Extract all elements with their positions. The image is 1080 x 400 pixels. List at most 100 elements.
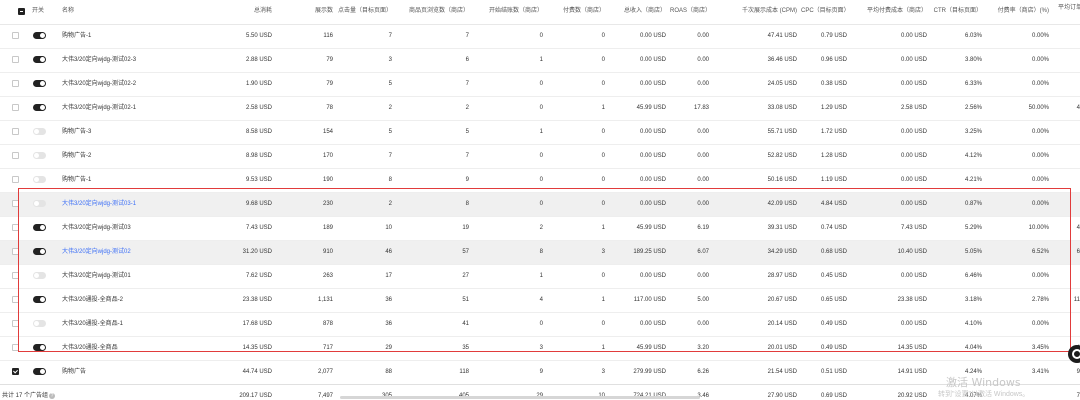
status-toggle[interactable]	[33, 223, 46, 231]
status-toggle[interactable]	[33, 247, 46, 255]
status-toggle[interactable]	[33, 271, 46, 279]
row-checkbox-cell[interactable]	[0, 360, 30, 385]
row-name-cell[interactable]: 大伟3/20定向wjdg-测试02	[60, 240, 185, 265]
col-header-aov[interactable]: 平均订单价值（商店）	[1053, 0, 1080, 25]
row-checkbox-cell[interactable]	[0, 24, 30, 49]
col-header-revenue[interactable]: 总收入（商店）	[609, 0, 670, 25]
col-header-ctr[interactable]: CTR（目标页面）	[931, 0, 986, 25]
row-toggle-cell[interactable]	[30, 120, 60, 145]
row-checkbox-cell[interactable]	[0, 216, 30, 241]
row-checkbox[interactable]	[12, 31, 19, 39]
row-name-cell[interactable]: 购物广告-1	[60, 24, 185, 49]
row-checkbox[interactable]	[12, 223, 19, 231]
col-header-toggle[interactable]: 开关	[30, 0, 60, 25]
select-all-checkbox[interactable]	[17, 7, 25, 15]
table-row[interactable]: 购物广告-3 8.58 USD 154 5 5 1 0 0.00 USD 0.00 55.71 U…	[0, 120, 1080, 145]
row-name-cell[interactable]: 大伟3/20定向wjdg-测试03-1	[60, 192, 185, 217]
table-row[interactable]: 购物广告-1 5.50 USD 116 7 7 0 0 0.00 USD 0.00 47.41 U…	[0, 24, 1080, 49]
row-name-cell[interactable]: 大伟3/20通投-全商品-2	[60, 288, 185, 313]
row-checkbox-cell[interactable]	[0, 264, 30, 289]
col-header-clicks[interactable]: 点击量（目标页面）	[337, 0, 396, 25]
row-name-cell[interactable]: 大伟3/20定向wjdg-测试03	[60, 216, 185, 241]
row-checkbox-cell[interactable]	[0, 96, 30, 121]
table-row[interactable]: 购物广告-2 8.98 USD 170 7 7 0 0 0.00 USD 0.00 52.82 U…	[0, 144, 1080, 169]
col-header-roas[interactable]: ROAS（商店）	[670, 0, 713, 25]
row-name-cell[interactable]: 大伟3/20定向wjdg-测试02-3	[60, 48, 185, 73]
table-row[interactable]: 购物广告-1 9.53 USD 190 8 9 0 0 0.00 USD 0.00 50.16 U…	[0, 168, 1080, 193]
table-row[interactable]: 大伟3/20定向wjdg-测试02-1 2.58 USD 78 2 2 0 1 45.99 U…	[0, 96, 1080, 121]
row-checkbox[interactable]	[12, 319, 19, 327]
row-checkbox[interactable]	[12, 271, 19, 279]
table-row-total[interactable]: 购物广告 44.74 USD 2,077 88 118 9 3 279.99 USD 6.26 2…	[0, 360, 1080, 385]
status-toggle[interactable]	[33, 295, 46, 303]
row-toggle-cell[interactable]	[30, 240, 60, 265]
row-checkbox[interactable]	[12, 295, 19, 303]
status-toggle[interactable]	[33, 79, 46, 87]
row-checkbox[interactable]	[12, 151, 19, 159]
status-toggle[interactable]	[33, 55, 46, 63]
row-name-cell[interactable]: 大伟3/20通投-全商品-1	[60, 312, 185, 337]
status-toggle[interactable]	[33, 31, 46, 39]
horizontal-scrollbar[interactable]	[340, 396, 700, 399]
table-row[interactable]: 大伟3/20定向wjdg-测试02 31.20 USD 910 46 57 8 3 189.2…	[0, 240, 1080, 265]
row-name-cell[interactable]: 购物广告-3	[60, 120, 185, 145]
col-header-cpc[interactable]: CPC（目标页面）	[801, 0, 851, 25]
row-checkbox[interactable]	[12, 79, 19, 87]
status-toggle[interactable]	[33, 151, 46, 159]
row-checkbox-cell[interactable]	[0, 192, 30, 217]
status-toggle[interactable]	[33, 175, 46, 183]
row-toggle-cell[interactable]	[30, 360, 60, 385]
table-row[interactable]: 大伟3/20定向wjdg-测试02-2 1.90 USD 79 5 7 0 0 0.00 US…	[0, 72, 1080, 97]
row-checkbox[interactable]	[12, 343, 19, 351]
row-toggle-cell[interactable]	[30, 264, 60, 289]
col-header-checkouts[interactable]: 开始结账数（商店）	[473, 0, 547, 25]
col-header-cost-per-purchase[interactable]: 平均付费成本（商店）	[851, 0, 931, 25]
ad-group-name-link[interactable]: 大伟3/20定向wjdg-测试03-1	[62, 201, 136, 207]
chat-fab-icon[interactable]	[1068, 345, 1080, 363]
row-toggle-cell[interactable]	[30, 72, 60, 97]
row-checkbox-cell[interactable]	[0, 144, 30, 169]
table-row[interactable]: 大伟3/20定向wjdg-测试03 7.43 USD 189 10 19 2 1 45.99 …	[0, 216, 1080, 241]
row-checkbox[interactable]	[12, 367, 19, 375]
row-checkbox-cell[interactable]	[0, 288, 30, 313]
ad-group-name-link[interactable]: 大伟3/20定向wjdg-测试02	[62, 249, 131, 255]
row-toggle-cell[interactable]	[30, 336, 60, 361]
row-checkbox[interactable]	[12, 247, 19, 255]
row-checkbox[interactable]	[12, 103, 19, 111]
row-name-cell[interactable]: 购物广告	[60, 360, 185, 385]
row-toggle-cell[interactable]	[30, 96, 60, 121]
status-toggle[interactable]	[33, 319, 46, 327]
status-toggle[interactable]	[33, 343, 46, 351]
help-icon[interactable]: ?	[49, 392, 56, 399]
row-name-cell[interactable]: 大伟3/20通投-全商品	[60, 336, 185, 361]
col-header-purchases[interactable]: 付费数（商店）	[547, 0, 609, 25]
row-checkbox[interactable]	[12, 175, 19, 183]
row-checkbox-cell[interactable]	[0, 336, 30, 361]
row-toggle-cell[interactable]	[30, 216, 60, 241]
row-checkbox-cell[interactable]	[0, 312, 30, 337]
col-header-product-views[interactable]: 商品页浏览数（商店）	[396, 0, 473, 25]
status-toggle[interactable]	[33, 103, 46, 111]
row-name-cell[interactable]: 购物广告-1	[60, 168, 185, 193]
row-checkbox-cell[interactable]	[0, 240, 30, 265]
row-checkbox-cell[interactable]	[0, 120, 30, 145]
row-checkbox-cell[interactable]	[0, 72, 30, 97]
table-row[interactable]: 大伟3/20定向wjdg-测试02-3 2.88 USD 79 3 6 1 0 0.00 US…	[0, 48, 1080, 73]
row-checkbox-cell[interactable]	[0, 168, 30, 193]
status-toggle[interactable]	[33, 199, 46, 207]
col-header-cpm[interactable]: 千次展示成本 (CPM)	[713, 0, 801, 25]
row-checkbox[interactable]	[12, 55, 19, 63]
row-name-cell[interactable]: 大伟3/20定向wjdg-测试02-2	[60, 72, 185, 97]
row-checkbox[interactable]	[12, 127, 19, 135]
row-toggle-cell[interactable]	[30, 288, 60, 313]
row-toggle-cell[interactable]	[30, 48, 60, 73]
row-toggle-cell[interactable]	[30, 192, 60, 217]
row-checkbox-cell[interactable]	[0, 48, 30, 73]
table-row[interactable]: 大伟3/20通投-全商品 14.35 USD 717 29 35 3 1 45.99 USD 3…	[0, 336, 1080, 361]
row-name-cell[interactable]: 大伟3/20定向wjdg-测试01	[60, 264, 185, 289]
row-toggle-cell[interactable]	[30, 144, 60, 169]
row-toggle-cell[interactable]	[30, 312, 60, 337]
table-row[interactable]: 大伟3/20通投-全商品-2 23.38 USD 1,131 36 51 4 1 117.00…	[0, 288, 1080, 313]
table-row[interactable]: 大伟3/20定向wjdg-测试01 7.62 USD 263 17 27 1 0 0.00 U…	[0, 264, 1080, 289]
select-all-checkbox-cell[interactable]	[0, 0, 30, 25]
